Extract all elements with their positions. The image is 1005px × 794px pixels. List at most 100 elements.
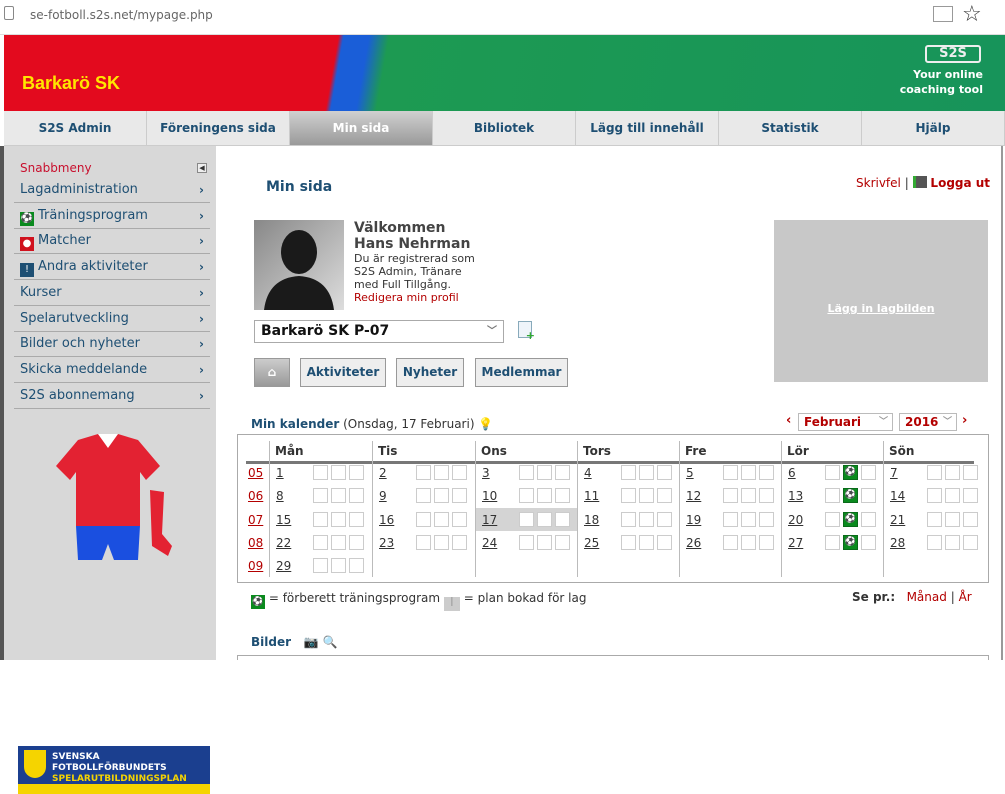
tab-foreningens-sida[interactable]: Föreningens sida (147, 111, 290, 145)
activity-slot[interactable] (416, 488, 431, 504)
activity-slot[interactable] (963, 511, 978, 527)
activity-slot[interactable] (313, 534, 328, 550)
day-link[interactable]: 9 (379, 489, 387, 503)
collapse-sidebar-icon[interactable]: ◀ (197, 163, 207, 173)
day-link[interactable]: 17 (482, 513, 497, 527)
activity-slot[interactable] (657, 534, 672, 550)
week-number-link[interactable]: 06 (248, 489, 263, 503)
team-picture-placeholder[interactable]: Lägg in lagbilden (774, 220, 988, 382)
day-link[interactable]: 28 (890, 536, 905, 550)
sidebar-item-tr-ningsprogram[interactable]: ⚽ Träningsprogram › (14, 204, 210, 229)
activity-slot[interactable] (349, 465, 364, 480)
sff-logo[interactable]: SVENSKA FOTBOLLFÖRBUNDETS SPELARUTBILDNIN… (18, 746, 210, 794)
activity-slot[interactable] (313, 465, 328, 480)
activity-slot[interactable] (331, 465, 346, 480)
add-team-picture-link[interactable]: Lägg in lagbilden (827, 302, 934, 315)
activity-slot[interactable] (452, 534, 467, 550)
week-number-link[interactable]: 07 (248, 513, 263, 527)
edit-profile-link[interactable]: Redigera min profil (354, 291, 475, 304)
activity-slot[interactable] (741, 465, 756, 480)
activity-slot[interactable] (825, 488, 840, 504)
week-number-link[interactable]: 08 (248, 536, 263, 550)
activity-slot[interactable] (452, 488, 467, 504)
activity-slot[interactable] (927, 465, 942, 480)
prev-month-icon[interactable]: ‹ (786, 413, 791, 428)
activity-slot[interactable] (537, 465, 552, 480)
day-link[interactable]: 5 (686, 466, 694, 480)
activity-slot[interactable] (519, 488, 534, 504)
activity-slot[interactable] (825, 534, 840, 550)
activity-slot[interactable] (759, 488, 774, 504)
activity-slot[interactable] (331, 558, 346, 574)
activity-slot[interactable] (519, 465, 534, 480)
lightbulb-icon[interactable]: 💡 (478, 417, 493, 431)
home-button[interactable]: ⌂ (254, 358, 290, 387)
training-program-icon[interactable]: ⚽ (843, 465, 858, 480)
favorite-star-icon[interactable]: ☆ (962, 2, 982, 27)
sidebar-item-bilder-och-nyheter[interactable]: Bilder och nyheter › (14, 332, 210, 358)
activity-slot[interactable] (861, 465, 876, 480)
activity-slot[interactable] (825, 465, 840, 480)
week-number-link[interactable]: 05 (248, 466, 263, 480)
day-link[interactable]: 18 (584, 513, 599, 527)
day-link[interactable]: 19 (686, 513, 701, 527)
activity-slot[interactable] (741, 511, 756, 527)
activity-slot[interactable] (434, 465, 449, 480)
day-link[interactable]: 1 (276, 466, 284, 480)
tab-hjalp[interactable]: Hjälp (862, 111, 1005, 145)
day-link[interactable]: 24 (482, 536, 497, 550)
day-link[interactable]: 2 (379, 466, 387, 480)
activity-slot[interactable] (927, 488, 942, 504)
day-link[interactable]: 25 (584, 536, 599, 550)
activity-slot[interactable] (349, 488, 364, 504)
activity-slot[interactable] (861, 534, 876, 550)
activity-slot[interactable] (759, 465, 774, 480)
month-view-link[interactable]: Månad (907, 590, 947, 604)
activity-slot[interactable] (434, 488, 449, 504)
day-link[interactable]: 7 (890, 466, 898, 480)
activity-slot[interactable] (639, 511, 654, 527)
activity-slot[interactable] (825, 511, 840, 527)
day-link[interactable]: 14 (890, 489, 905, 503)
activity-slot[interactable] (537, 534, 552, 550)
sidebar-item-matcher[interactable]: ● Matcher › (14, 229, 210, 255)
activity-slot[interactable] (519, 534, 534, 550)
activity-slot[interactable] (434, 534, 449, 550)
sidebar-item-skicka-meddelande[interactable]: Skicka meddelande › (14, 358, 210, 383)
activity-slot[interactable] (452, 465, 467, 480)
day-link[interactable]: 15 (276, 513, 291, 527)
skrivfel-link[interactable]: Skrivfel (856, 176, 901, 190)
day-link[interactable]: 27 (788, 536, 803, 550)
activity-slot[interactable] (621, 511, 636, 527)
activity-slot[interactable] (349, 534, 364, 550)
activity-slot[interactable] (313, 511, 328, 527)
activity-slot[interactable] (349, 558, 364, 574)
week-number-link[interactable]: 09 (248, 559, 263, 573)
activity-slot[interactable] (639, 465, 654, 480)
next-month-icon[interactable]: › (962, 413, 967, 428)
activity-slot[interactable] (759, 534, 774, 550)
activity-slot[interactable] (723, 488, 738, 504)
activity-slot[interactable] (861, 488, 876, 504)
aktiviteter-button[interactable]: Aktiviteter (300, 358, 386, 387)
logout-icon[interactable] (912, 176, 927, 188)
activity-slot[interactable] (861, 511, 876, 527)
year-view-link[interactable]: År (959, 590, 972, 604)
activity-slot[interactable] (331, 534, 346, 550)
activity-slot[interactable] (759, 511, 774, 527)
day-link[interactable]: 4 (584, 466, 592, 480)
activity-slot[interactable] (313, 558, 328, 574)
day-link[interactable]: 23 (379, 536, 394, 550)
year-select[interactable]: 2016 ﹀ (899, 413, 957, 431)
activity-slot[interactable] (723, 534, 738, 550)
url-field[interactable]: se-fotboll.s2s.net/mypage.php (30, 8, 213, 22)
day-link[interactable]: 26 (686, 536, 701, 550)
sidebar-item-kurser[interactable]: Kurser › (14, 281, 210, 306)
day-link[interactable]: 12 (686, 489, 701, 503)
activity-slot[interactable] (416, 465, 431, 480)
activity-slot[interactable] (416, 511, 431, 527)
day-link[interactable]: 16 (379, 513, 394, 527)
team-select[interactable]: Barkarö SK P-07 ﹀ (254, 320, 504, 343)
day-link[interactable]: 3 (482, 466, 490, 480)
day-link[interactable]: 29 (276, 559, 291, 573)
